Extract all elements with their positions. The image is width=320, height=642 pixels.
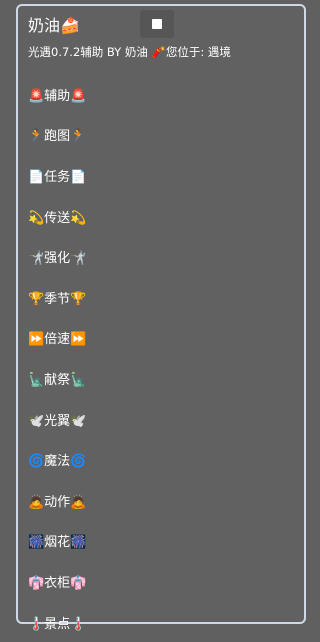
stop-square-icon — [152, 19, 162, 29]
menu-item-label: 🙇动作🙇 — [28, 494, 87, 510]
assistant-panel: 奶油🍰 光遇0.7.2辅助 BY 奶油 🧨您位于: 遇境 🚨辅助🚨 🏃跑图🏃 📄… — [16, 4, 306, 632]
menu-item-label: 🗽献祭🗽 — [28, 372, 87, 388]
menu-item-teleport[interactable]: 💫传送💫 — [28, 196, 294, 237]
menu-item-season[interactable]: 🏆季节🏆 — [28, 277, 294, 318]
menu-item-offering[interactable]: 🗽献祭🗽 — [28, 358, 294, 399]
menu-item-speed[interactable]: ⏩倍速⏩ — [28, 318, 294, 359]
menu-item-label: 🌀魔法🌀 — [28, 454, 87, 470]
feature-menu: 🚨辅助🚨 🏃跑图🏃 📄任务📄 💫传送💫 🤺强化🤺 🏆季节🏆 ⏩倍速⏩ 🗽献祭🗽 … — [28, 74, 294, 642]
menu-item-actions[interactable]: 🙇动作🙇 — [28, 480, 294, 521]
menu-item-label: 🤺强化🤺 — [28, 251, 87, 267]
menu-item-wardrobe[interactable]: 👘衣柜👘 — [28, 561, 294, 602]
menu-item-label: 💫传送💫 — [28, 210, 87, 226]
menu-item-label: 🏃跑图🏃 — [28, 129, 87, 145]
status-subtitle: 光遇0.7.2辅助 BY 奶油 🧨您位于: 遇境 — [28, 45, 231, 59]
menu-item-magic[interactable]: 🌀魔法🌀 — [28, 439, 294, 480]
menu-item-label: 👘衣柜👘 — [28, 575, 87, 591]
menu-item-fireworks[interactable]: 🎆烟花🎆 — [28, 521, 294, 562]
menu-item-label: 🕊️光翼🕊️ — [28, 413, 87, 429]
panel-title: 奶油🍰 — [28, 16, 80, 35]
menu-item-label: 📄任务📄 — [28, 169, 87, 185]
menu-item-label: ⏩倍速⏩ — [28, 332, 87, 348]
menu-item-label: 🎆烟花🎆 — [28, 535, 87, 551]
menu-item-scenic-spots[interactable]: 🌡️景点🌡️ — [28, 602, 294, 642]
stop-button[interactable] — [140, 10, 174, 38]
menu-item-run-map[interactable]: 🏃跑图🏃 — [28, 115, 294, 156]
menu-item-label: 🚨辅助🚨 — [28, 88, 87, 104]
menu-item-label: 🌡️景点🌡️ — [28, 616, 87, 632]
menu-item-label: 🏆季节🏆 — [28, 291, 87, 307]
menu-item-assist[interactable]: 🚨辅助🚨 — [28, 74, 294, 115]
menu-item-light-wings[interactable]: 🕊️光翼🕊️ — [28, 399, 294, 440]
menu-item-enhance[interactable]: 🤺强化🤺 — [28, 236, 294, 277]
menu-item-tasks[interactable]: 📄任务📄 — [28, 155, 294, 196]
